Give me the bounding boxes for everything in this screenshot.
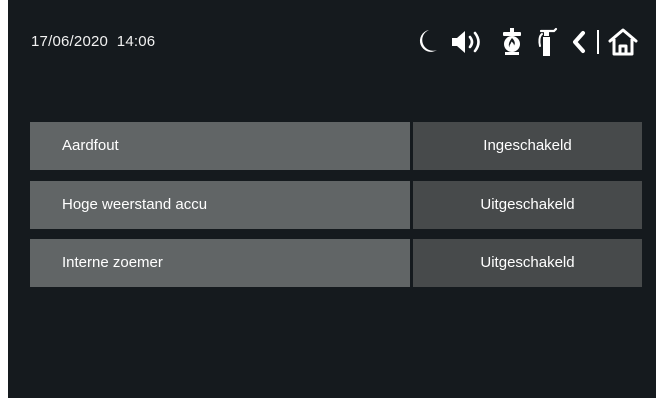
- setting-value-button[interactable]: Ingeschakeld: [413, 122, 642, 170]
- setting-row-interne-zoemer: Interne zoemer Uitgeschakeld: [30, 239, 642, 287]
- setting-label: Hoge weerstand accu: [30, 181, 410, 229]
- fire-extinguisher-icon[interactable]: [534, 25, 560, 59]
- datetime: 17/06/2020 14:06: [31, 33, 156, 50]
- back-icon[interactable]: [570, 25, 588, 59]
- panel-screen: 17/06/2020 14:06 Aardfout Ingeschakeld H…: [8, 0, 656, 398]
- setting-value-button[interactable]: Uitgeschakeld: [413, 239, 642, 287]
- setting-label: Aardfout: [30, 122, 410, 170]
- home-icon[interactable]: [606, 25, 640, 59]
- setting-row-aardfout: Aardfout Ingeschakeld: [30, 122, 642, 170]
- fire-alarm-icon[interactable]: [499, 25, 525, 59]
- setting-row-hoge-weerstand-accu: Hoge weerstand accu Uitgeschakeld: [30, 181, 642, 229]
- setting-label: Interne zoemer: [30, 239, 410, 287]
- setting-value-button[interactable]: Uitgeschakeld: [413, 181, 642, 229]
- divider: [597, 30, 599, 54]
- speaker-icon[interactable]: [449, 25, 487, 59]
- moon-icon[interactable]: [415, 25, 439, 59]
